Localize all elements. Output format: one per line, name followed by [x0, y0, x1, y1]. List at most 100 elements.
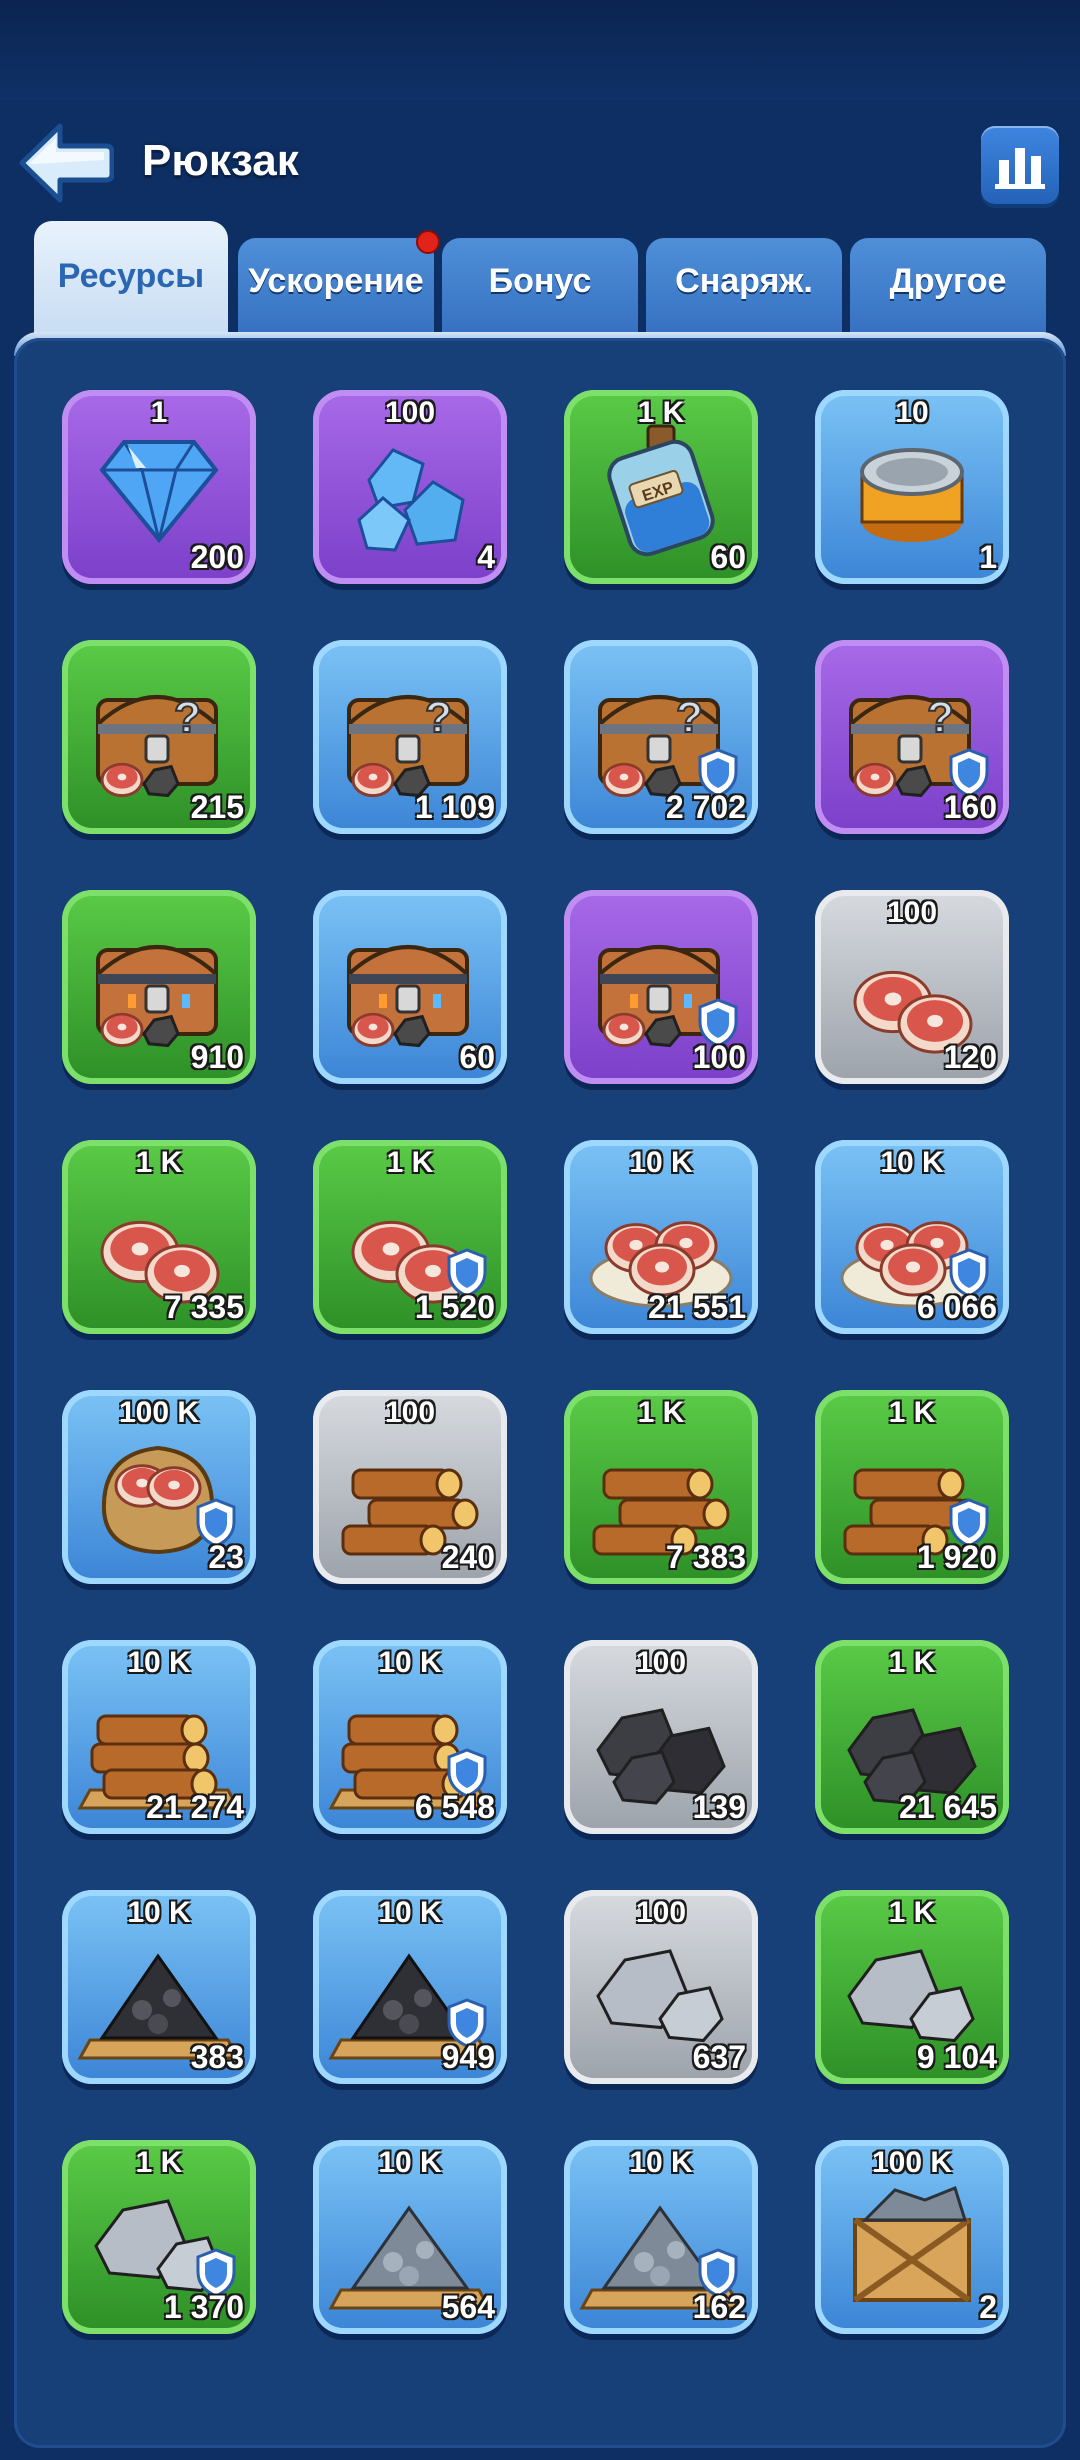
inventory-item[interactable]: 10 K 21 274 — [62, 1640, 256, 1834]
item-amount-label: 1 K — [888, 1396, 936, 1429]
inventory-item[interactable]: 10 K 6 548 — [313, 1640, 507, 1834]
inventory-item[interactable]: 10 K 564 — [313, 2140, 507, 2334]
item-count: 637 — [692, 2039, 746, 2075]
item-amount-label: 10 K — [127, 1896, 191, 1929]
item-amount-label: 100 K — [118, 1396, 200, 1429]
item-amount-label: 1 K — [888, 1896, 936, 1929]
item-count: 200 — [190, 539, 244, 575]
item-count: 1 520 — [414, 1289, 495, 1325]
status-bar — [0, 0, 1080, 100]
tab-resources[interactable]: Ресурсы — [34, 221, 228, 338]
tab-label: Ускорение — [248, 262, 424, 300]
inventory-item[interactable]: 100 637 — [564, 1890, 758, 2084]
item-amount-label: 100 — [635, 1896, 687, 1929]
tab-equipment[interactable]: Снаряж. — [646, 238, 842, 338]
inventory-item[interactable]: 60 — [313, 890, 507, 1084]
inventory-item[interactable]: 100 K 2 — [815, 2140, 1009, 2334]
item-amount-label: 1 — [150, 396, 168, 429]
item-count: 162 — [692, 2289, 746, 2325]
item-count: 9 104 — [916, 2039, 997, 2075]
tab-speedups[interactable]: Ускорение — [238, 230, 440, 338]
item-count: 7 383 — [665, 1539, 746, 1575]
item-amount-label: 10 K — [378, 1646, 442, 1679]
item-amount-label: 1 K — [135, 2146, 183, 2179]
item-count: 949 — [441, 2039, 495, 2075]
item-count: 100 — [692, 1039, 746, 1075]
item-count: 120 — [943, 1039, 997, 1075]
item-count: 21 551 — [648, 1289, 746, 1325]
inventory-panel: 1 200 100 4 EXP 1 K 60 10 1? 215? 1 109? 2 702? 160 9… — [14, 338, 1066, 2448]
tab-label: Другое — [889, 262, 1007, 300]
inventory-item[interactable]: 1 K 1 370 — [62, 2140, 256, 2334]
bar-chart-icon — [995, 148, 1045, 189]
item-amount-label: 100 — [886, 896, 938, 929]
item-count: 6 548 — [414, 1789, 495, 1825]
item-count: 6 066 — [916, 1289, 997, 1325]
inventory-item[interactable]: 100 4 — [313, 390, 507, 584]
item-count: 383 — [190, 2039, 244, 2075]
inventory-item[interactable]: ? 1 109 — [313, 640, 507, 834]
inventory-item[interactable]: 1 K 1 520 — [313, 1140, 507, 1334]
inventory-item[interactable]: 10 K 949 — [313, 1890, 507, 2084]
inventory-item[interactable]: 10 K 162 — [564, 2140, 758, 2334]
item-count: 21 645 — [899, 1789, 997, 1825]
back-button[interactable] — [14, 120, 115, 206]
inventory-item[interactable]: ? 2 702 — [564, 640, 758, 834]
item-count: 23 — [208, 1539, 244, 1575]
inventory-item[interactable]: 1 K 9 104 — [815, 1890, 1009, 2084]
tab-label: Бонус — [488, 262, 592, 300]
back-arrow-icon — [19, 123, 115, 203]
inventory-item[interactable]: 10 K 6 066 — [815, 1140, 1009, 1334]
svg-text:?: ? — [927, 693, 954, 742]
item-count: 4 — [477, 539, 495, 575]
inventory-item[interactable]: 1 K 21 645 — [815, 1640, 1009, 1834]
item-count: 1 109 — [414, 789, 495, 825]
inventory-item[interactable]: 100 K 23 — [62, 1390, 256, 1584]
item-amount-label: 10 K — [629, 2146, 693, 2179]
inventory-item[interactable]: 1 K 7 335 — [62, 1140, 256, 1334]
statistics-button[interactable] — [981, 126, 1059, 204]
item-count: 1 — [979, 539, 997, 575]
item-count: 215 — [190, 789, 244, 825]
tab-label: Снаряж. — [675, 262, 813, 300]
item-amount-label: 1 K — [637, 396, 685, 429]
inventory-item[interactable]: 100 120 — [815, 890, 1009, 1084]
item-amount-label: 10 K — [378, 1896, 442, 1929]
inventory-item[interactable]: ? 215 — [62, 640, 256, 834]
item-count: 240 — [441, 1539, 495, 1575]
inventory-item[interactable]: 100 139 — [564, 1640, 758, 1834]
item-count: 1 920 — [916, 1539, 997, 1575]
item-amount-label: 100 — [384, 1396, 436, 1429]
item-count: 910 — [190, 1039, 244, 1075]
item-count: 160 — [943, 789, 997, 825]
inventory-item[interactable]: 100 — [564, 890, 758, 1084]
item-count: 2 702 — [665, 789, 746, 825]
tab-bonus[interactable]: Бонус — [442, 238, 638, 338]
inventory-item[interactable]: EXP 1 K 60 — [564, 390, 758, 584]
svg-text:?: ? — [174, 693, 201, 742]
inventory-item[interactable]: 910 — [62, 890, 256, 1084]
item-amount-label: 10 K — [880, 1146, 944, 1179]
inventory-item[interactable]: 100 240 — [313, 1390, 507, 1584]
inventory-item[interactable]: 1 K 1 920 — [815, 1390, 1009, 1584]
inventory-item[interactable]: 10 K 383 — [62, 1890, 256, 2084]
item-count: 1 370 — [163, 2289, 244, 2325]
item-count: 7 335 — [163, 1289, 244, 1325]
item-count: 564 — [441, 2289, 495, 2325]
inventory-item[interactable]: ? 160 — [815, 640, 1009, 834]
item-amount-label: 100 — [635, 1646, 687, 1679]
item-amount-label: 100 K — [871, 2146, 953, 2179]
inventory-item[interactable]: 1 K 7 383 — [564, 1390, 758, 1584]
item-amount-label: 1 K — [637, 1396, 685, 1429]
svg-text:?: ? — [676, 693, 703, 742]
svg-text:?: ? — [425, 693, 452, 742]
tab-other[interactable]: Другое — [850, 238, 1046, 338]
inventory-item[interactable]: 1 200 — [62, 390, 256, 584]
notification-dot — [416, 230, 440, 254]
item-amount-label: 10 K — [629, 1146, 693, 1179]
item-count: 21 274 — [146, 1789, 244, 1825]
inventory-item[interactable]: 10 K 21 551 — [564, 1140, 758, 1334]
item-count: 139 — [692, 1789, 746, 1825]
inventory-item[interactable]: 10 1 — [815, 390, 1009, 584]
page-title: Рюкзак — [142, 136, 299, 185]
